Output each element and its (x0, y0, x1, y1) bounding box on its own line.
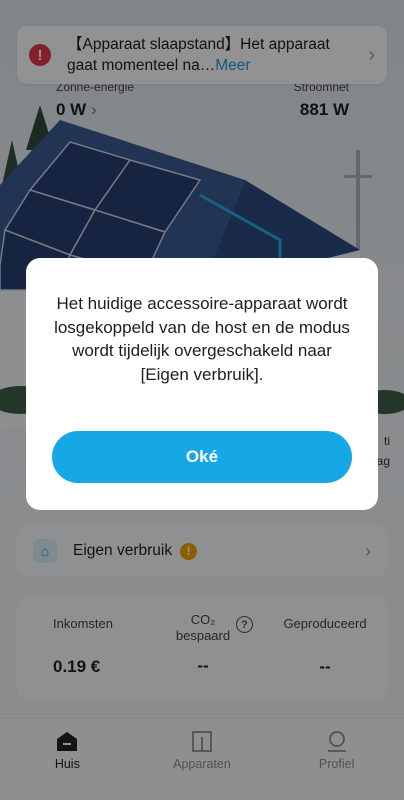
ok-button[interactable]: Oké (52, 431, 352, 483)
dialog-message: Het huidige accessoire-apparaat wordt lo… (54, 294, 350, 384)
mode-switch-dialog: Het huidige accessoire-apparaat wordt lo… (26, 258, 378, 510)
